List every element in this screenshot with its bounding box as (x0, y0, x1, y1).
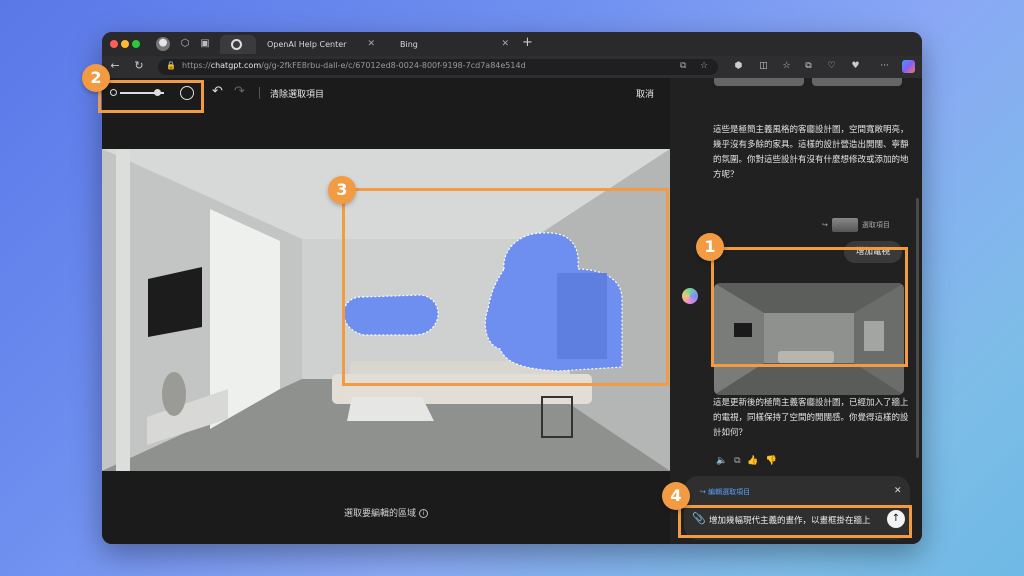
favorite-star-icon[interactable]: ☆ (700, 61, 708, 71)
navigation-bar: ← ↻ 🔒 https://chatgpt.com/g/g-2fkFE8rbu-… (102, 56, 922, 78)
tab-bing[interactable]: Bing ✕ (392, 35, 517, 54)
undo-icon[interactable]: ↶ (212, 84, 223, 99)
favorites-icon[interactable]: ☆ (780, 60, 793, 73)
tab-openai-help-center[interactable]: OpenAI Help Center ✕ (258, 35, 383, 54)
clear-selection-button[interactable]: 清除選取項目 (270, 87, 324, 100)
info-icon[interactable]: i (419, 509, 428, 518)
annotation-badge-1: 1 (696, 233, 724, 261)
assistant-message: 這是更新後的極簡主義客廳設計圖，已經加入了牆上的電視，同樣保持了空間的開闊感。你… (713, 398, 909, 438)
lock-icon: 🔒 (166, 61, 176, 70)
previous-image-thumbnail[interactable] (714, 78, 804, 86)
browser-essentials-icon[interactable]: ♥ (849, 60, 862, 73)
collections-icon[interactable]: ⧉ (802, 60, 815, 73)
cancel-button[interactable]: 取消 (636, 87, 654, 100)
open-in-app-icon[interactable]: ⧉ (680, 61, 686, 71)
tab-bar: ⬡ ▣ OpenAI Help Center ✕ Bing ✕ + (102, 32, 922, 56)
highlight-generated-image (711, 247, 908, 367)
redo-icon[interactable]: ↷ (234, 84, 245, 99)
thumbs-up-icon[interactable]: 👍 (747, 456, 758, 466)
edit-selection-label: ↪ 編輯選取項目 (700, 488, 751, 496)
assistant-message: 這些是極簡主義風格的客廳設計圖，空間寬敞明亮，幾乎沒有多餘的家具。這樣的設計營造… (713, 125, 909, 180)
highlight-prompt-input (678, 505, 912, 538)
back-arrow-icon[interactable]: ← (108, 59, 122, 72)
selection-reference: ↪ 選取項目 (822, 218, 890, 232)
assistant-avatar-icon (682, 288, 698, 304)
extensions-icon[interactable]: ⬢ (732, 60, 745, 73)
profile-avatar-icon[interactable] (156, 37, 170, 51)
tab-label: Bing (400, 40, 418, 49)
reload-icon[interactable]: ↻ (132, 59, 146, 72)
workspaces-icon[interactable]: ⬡ (178, 37, 192, 51)
select-area-hint: 選取要編輯的區域 i (102, 506, 670, 519)
more-menu-icon[interactable]: ··· (878, 60, 891, 73)
tab-actions-icon[interactable]: ▣ (198, 37, 212, 51)
url-text: https://chatgpt.com/g/g-2fkFE8rbu-dall-e… (182, 61, 526, 70)
selection-thumbnail (831, 218, 858, 232)
split-screen-icon[interactable]: ◫ (757, 60, 770, 73)
close-tab-icon[interactable]: ✕ (367, 35, 375, 54)
address-bar[interactable]: 🔒 https://chatgpt.com/g/g-2fkFE8rbu-dall… (158, 59, 718, 75)
message-actions: 🔈 ⧉ 👍 👎 (716, 456, 777, 466)
annotation-badge-2: 2 (82, 64, 110, 92)
tab-label: OpenAI Help Center (267, 40, 347, 49)
new-tab-icon[interactable]: + (522, 35, 533, 50)
highlight-selection (342, 188, 669, 386)
close-window-button[interactable] (110, 40, 118, 48)
reply-arrow-icon: ↪ (822, 221, 828, 229)
annotation-badge-4: 4 (662, 482, 690, 510)
tab-chatgpt[interactable] (220, 35, 256, 54)
close-edit-icon[interactable]: ✕ (894, 486, 902, 496)
copy-icon[interactable]: ⧉ (734, 456, 740, 466)
copilot-icon[interactable] (902, 60, 915, 73)
chatgpt-favicon-icon (231, 39, 242, 50)
thumbs-down-icon[interactable]: 👎 (766, 456, 777, 466)
zoom-window-button[interactable] (132, 40, 140, 48)
close-tab-icon[interactable]: ✕ (501, 35, 509, 54)
annotation-badge-3: 3 (328, 176, 356, 204)
performance-icon[interactable]: ♡ (825, 60, 838, 73)
highlight-brush-tools (98, 80, 204, 113)
read-aloud-icon[interactable]: 🔈 (716, 456, 727, 466)
previous-image-thumbnail[interactable] (812, 78, 902, 86)
toolbar-divider (259, 87, 260, 99)
minimize-window-button[interactable] (121, 40, 129, 48)
chat-scrollbar[interactable] (916, 198, 919, 458)
